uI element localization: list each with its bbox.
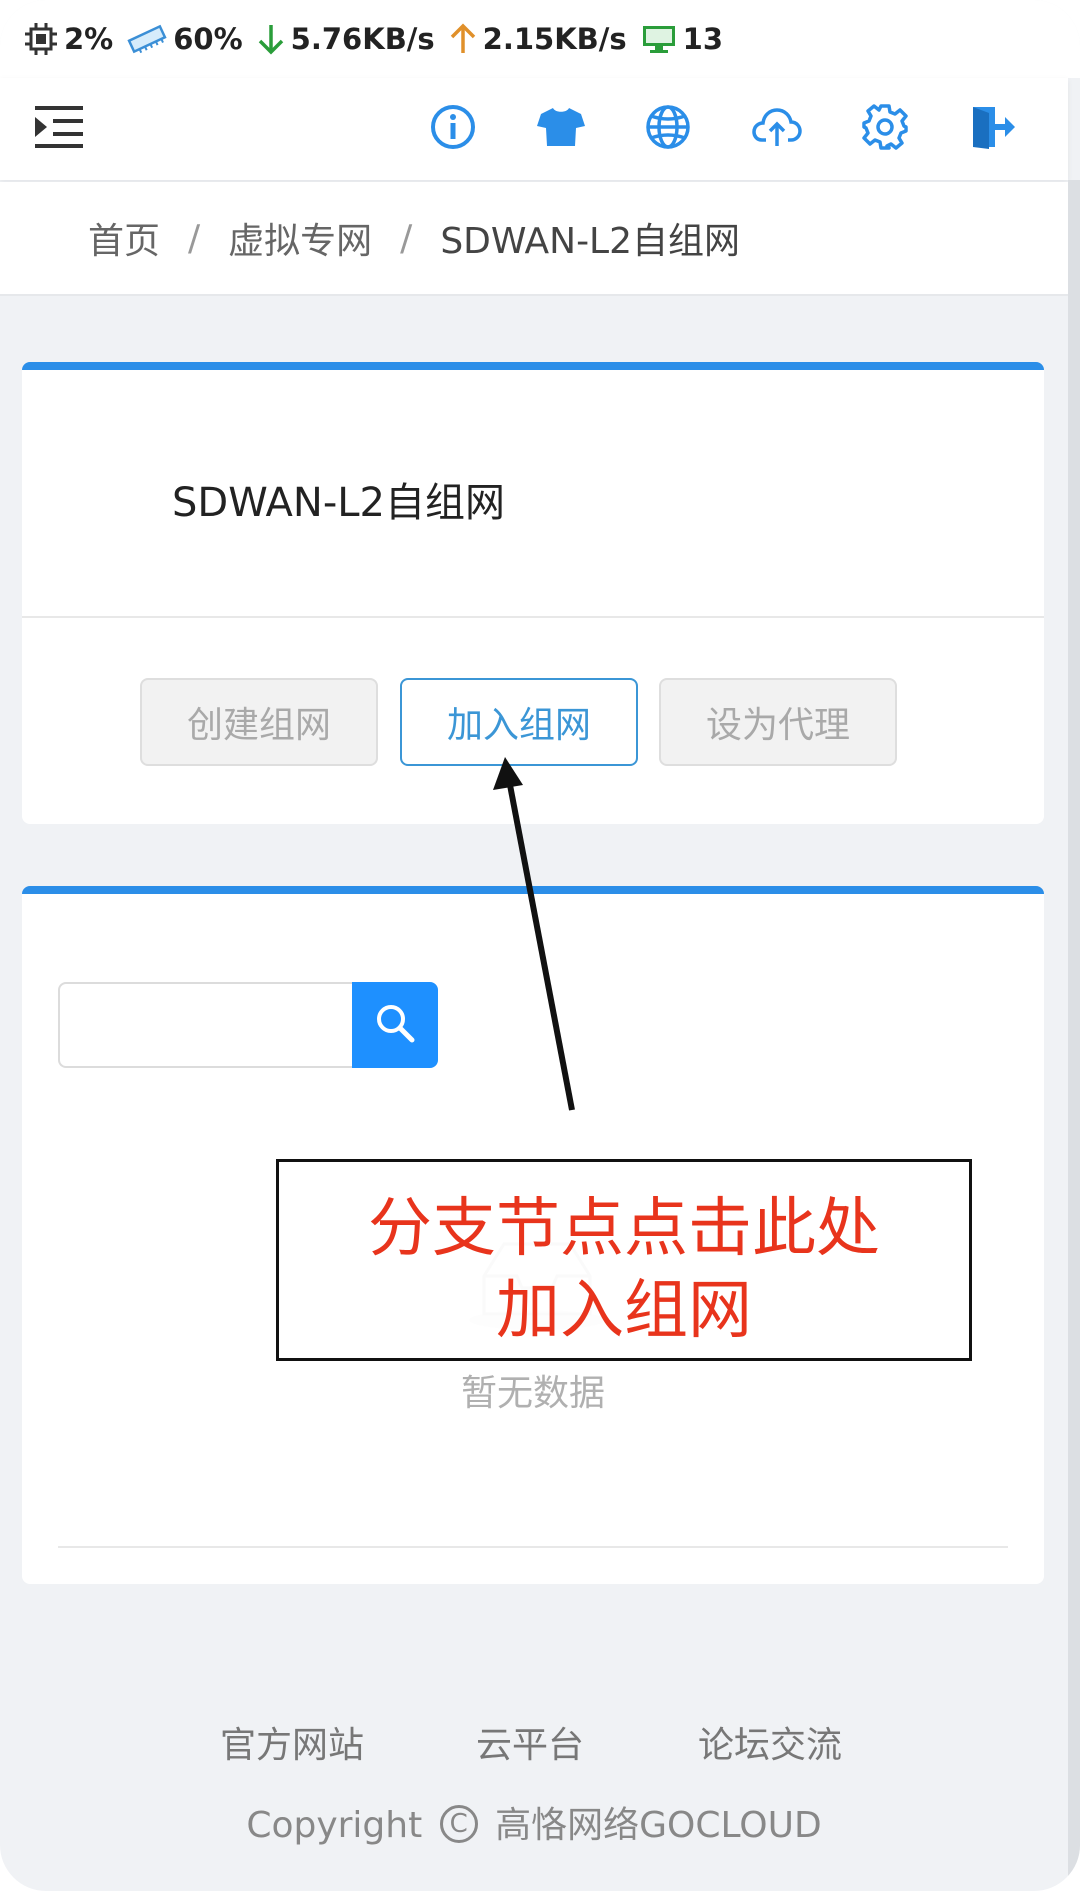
annotation-box: 分支节点点击此处 加入组网 — [276, 1159, 972, 1361]
copyright-icon: C — [439, 1805, 478, 1843]
copyright-owner: 高恪网络GOCLOUD — [495, 1805, 822, 1846]
footer-links: 官方网站 云平台 论坛交流 — [0, 1716, 1068, 1766]
footer-link-official-site[interactable]: 官方网站 — [220, 1716, 364, 1768]
footer-link-forum[interactable]: 论坛交流 — [698, 1716, 842, 1768]
footer-link-cloud-platform[interactable]: 云平台 — [476, 1716, 584, 1768]
annotation-line-1: 分支节点点击此处 — [368, 1192, 880, 1266]
annotation-arrow — [493, 757, 575, 1111]
annotation-line-2: 加入组网 — [496, 1274, 752, 1348]
copyright-prefix: Copyright — [246, 1805, 423, 1846]
copyright: Copyright C 高恪网络GOCLOUD — [0, 1796, 1068, 1849]
screen: 2% 60% 5.76KB/s 2.15KB/s 13 首页 / 虚拟专网 / … — [0, 0, 1080, 1891]
